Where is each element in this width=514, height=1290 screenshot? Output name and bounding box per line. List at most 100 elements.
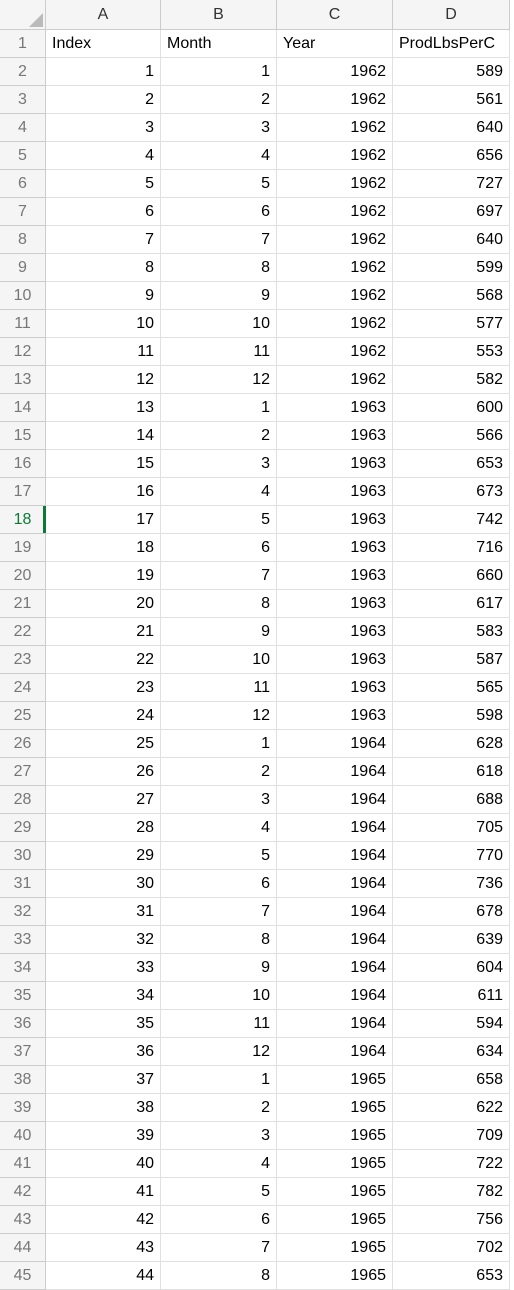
cell-B25[interactable]: 12 (161, 702, 277, 730)
cell-C32[interactable]: 1964 (277, 898, 393, 926)
cell-C31[interactable]: 1964 (277, 870, 393, 898)
cell-D24[interactable]: 565 (393, 674, 510, 702)
cell-C29[interactable]: 1964 (277, 814, 393, 842)
row-header-15[interactable]: 15 (0, 422, 46, 450)
row-header-45[interactable]: 45 (0, 1262, 46, 1290)
cell-D29[interactable]: 705 (393, 814, 510, 842)
cell-B30[interactable]: 5 (161, 842, 277, 870)
cell-C35[interactable]: 1964 (277, 982, 393, 1010)
cell-B17[interactable]: 4 (161, 478, 277, 506)
cell-D21[interactable]: 617 (393, 590, 510, 618)
cell-B41[interactable]: 4 (161, 1150, 277, 1178)
cell-D10[interactable]: 568 (393, 282, 510, 310)
cell-D43[interactable]: 756 (393, 1206, 510, 1234)
cell-B13[interactable]: 12 (161, 366, 277, 394)
row-header-8[interactable]: 8 (0, 226, 46, 254)
row-header-12[interactable]: 12 (0, 338, 46, 366)
cell-D6[interactable]: 727 (393, 170, 510, 198)
cell-D45[interactable]: 653 (393, 1262, 510, 1290)
cell-B8[interactable]: 7 (161, 226, 277, 254)
row-header-14[interactable]: 14 (0, 394, 46, 422)
cell-A21[interactable]: 20 (46, 590, 161, 618)
cell-C33[interactable]: 1964 (277, 926, 393, 954)
row-header-18[interactable]: 18 (0, 506, 46, 534)
cell-C4[interactable]: 1962 (277, 114, 393, 142)
cell-A32[interactable]: 31 (46, 898, 161, 926)
cell-C2[interactable]: 1962 (277, 58, 393, 86)
cell-C23[interactable]: 1963 (277, 646, 393, 674)
cell-C44[interactable]: 1965 (277, 1234, 393, 1262)
cell-C19[interactable]: 1963 (277, 534, 393, 562)
row-header-27[interactable]: 27 (0, 758, 46, 786)
cell-A13[interactable]: 12 (46, 366, 161, 394)
cell-D12[interactable]: 553 (393, 338, 510, 366)
cell-D3[interactable]: 561 (393, 86, 510, 114)
cell-C39[interactable]: 1965 (277, 1094, 393, 1122)
cell-A19[interactable]: 18 (46, 534, 161, 562)
cell-B4[interactable]: 3 (161, 114, 277, 142)
row-header-30[interactable]: 30 (0, 842, 46, 870)
cell-B14[interactable]: 1 (161, 394, 277, 422)
cell-B12[interactable]: 11 (161, 338, 277, 366)
cell-C42[interactable]: 1965 (277, 1178, 393, 1206)
cell-D20[interactable]: 660 (393, 562, 510, 590)
cell-C12[interactable]: 1962 (277, 338, 393, 366)
cell-D4[interactable]: 640 (393, 114, 510, 142)
column-header-A[interactable]: A (46, 0, 161, 30)
cell-D37[interactable]: 634 (393, 1038, 510, 1066)
cell-D32[interactable]: 678 (393, 898, 510, 926)
cell-B1[interactable]: Month (161, 30, 277, 58)
row-header-38[interactable]: 38 (0, 1066, 46, 1094)
cell-A22[interactable]: 21 (46, 618, 161, 646)
cell-B39[interactable]: 2 (161, 1094, 277, 1122)
cell-A39[interactable]: 38 (46, 1094, 161, 1122)
row-header-1[interactable]: 1 (0, 30, 46, 58)
cell-C16[interactable]: 1963 (277, 450, 393, 478)
cell-A24[interactable]: 23 (46, 674, 161, 702)
cell-A43[interactable]: 42 (46, 1206, 161, 1234)
cell-B10[interactable]: 9 (161, 282, 277, 310)
cell-C36[interactable]: 1964 (277, 1010, 393, 1038)
cell-B45[interactable]: 8 (161, 1262, 277, 1290)
cell-D17[interactable]: 673 (393, 478, 510, 506)
cell-B15[interactable]: 2 (161, 422, 277, 450)
cell-A14[interactable]: 13 (46, 394, 161, 422)
cell-B43[interactable]: 6 (161, 1206, 277, 1234)
cell-C20[interactable]: 1963 (277, 562, 393, 590)
row-header-17[interactable]: 17 (0, 478, 46, 506)
row-header-41[interactable]: 41 (0, 1150, 46, 1178)
cell-C34[interactable]: 1964 (277, 954, 393, 982)
cell-D8[interactable]: 640 (393, 226, 510, 254)
cell-D38[interactable]: 658 (393, 1066, 510, 1094)
row-header-21[interactable]: 21 (0, 590, 46, 618)
cell-A36[interactable]: 35 (46, 1010, 161, 1038)
cell-B21[interactable]: 8 (161, 590, 277, 618)
row-header-6[interactable]: 6 (0, 170, 46, 198)
cell-C13[interactable]: 1962 (277, 366, 393, 394)
cell-C38[interactable]: 1965 (277, 1066, 393, 1094)
row-header-42[interactable]: 42 (0, 1178, 46, 1206)
cell-A8[interactable]: 7 (46, 226, 161, 254)
row-header-9[interactable]: 9 (0, 254, 46, 282)
row-header-35[interactable]: 35 (0, 982, 46, 1010)
cell-B32[interactable]: 7 (161, 898, 277, 926)
cell-D25[interactable]: 598 (393, 702, 510, 730)
row-header-29[interactable]: 29 (0, 814, 46, 842)
cell-D41[interactable]: 722 (393, 1150, 510, 1178)
cell-C41[interactable]: 1965 (277, 1150, 393, 1178)
cell-C45[interactable]: 1965 (277, 1262, 393, 1290)
cell-B24[interactable]: 11 (161, 674, 277, 702)
row-header-23[interactable]: 23 (0, 646, 46, 674)
cell-A45[interactable]: 44 (46, 1262, 161, 1290)
cell-A25[interactable]: 24 (46, 702, 161, 730)
cell-B35[interactable]: 10 (161, 982, 277, 1010)
cell-B9[interactable]: 8 (161, 254, 277, 282)
cell-C37[interactable]: 1964 (277, 1038, 393, 1066)
cell-D14[interactable]: 600 (393, 394, 510, 422)
cell-C14[interactable]: 1963 (277, 394, 393, 422)
row-header-10[interactable]: 10 (0, 282, 46, 310)
cell-A1[interactable]: Index (46, 30, 161, 58)
cell-B26[interactable]: 1 (161, 730, 277, 758)
cell-D1[interactable]: ProdLbsPerC (393, 30, 510, 58)
cell-D2[interactable]: 589 (393, 58, 510, 86)
